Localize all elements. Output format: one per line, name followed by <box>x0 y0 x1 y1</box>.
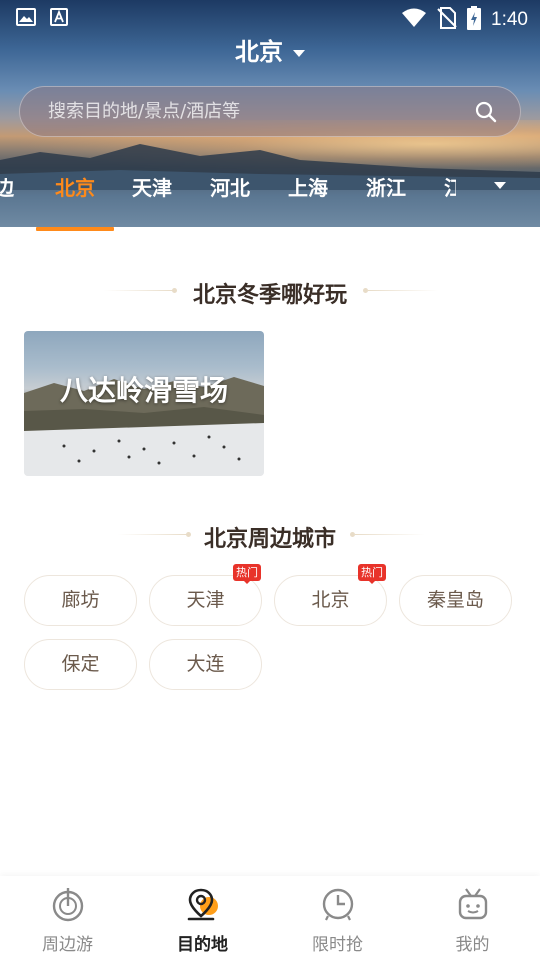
city-chip[interactable]: 大连 <box>149 639 262 690</box>
search-input[interactable] <box>48 87 468 136</box>
region-tabs: 边 北京 天津 河北 上海 浙江 江 <box>0 164 490 210</box>
font-notification-icon <box>50 8 68 30</box>
chevron-down-icon <box>293 49 305 57</box>
nearby-section-title: 北京周边城市 <box>203 527 336 552</box>
profile-icon <box>455 886 491 922</box>
nav-label: 目的地 <box>177 935 228 955</box>
compass-icon <box>50 886 86 922</box>
tab-region[interactable]: 边 <box>0 172 14 201</box>
attraction-card-title: 八达岭滑雪场 <box>59 374 228 407</box>
tab-region[interactable]: 浙江 <box>366 172 406 201</box>
battery-charging-icon <box>467 6 482 34</box>
city-name: 北京 <box>235 38 283 66</box>
expand-tabs-icon[interactable] <box>494 182 506 189</box>
title-divider-right <box>355 534 425 535</box>
hot-badge: 热门 <box>233 564 261 584</box>
nav-item-nearby[interactable]: 周边游 <box>0 876 135 960</box>
nav-item-flash-sale[interactable]: 限时抢 <box>270 876 405 960</box>
clock-icon <box>320 886 356 922</box>
city-chip[interactable]: 保定 <box>24 639 137 690</box>
wifi-icon <box>401 8 427 32</box>
active-tab-indicator <box>36 227 114 231</box>
status-time: 1:40 <box>491 9 528 30</box>
gallery-notification-icon <box>16 8 36 30</box>
city-chip[interactable]: 廊坊 <box>24 575 137 626</box>
tab-region[interactable]: 河北 <box>210 172 250 201</box>
nav-item-profile[interactable]: 我的 <box>405 876 540 960</box>
title-divider-right <box>368 290 438 291</box>
winter-section-title: 北京冬季哪好玩 <box>192 283 347 308</box>
search-icon[interactable] <box>474 100 498 124</box>
city-selector[interactable]: 北京 <box>0 32 540 67</box>
search-bar[interactable] <box>19 86 521 137</box>
location-pin-icon <box>185 886 221 922</box>
nav-label: 限时抢 <box>312 935 363 955</box>
no-sim-icon <box>437 7 457 33</box>
tab-region[interactable]: 上海 <box>288 172 328 201</box>
bottom-navigation: 周边游 目的地 限时抢 我的 <box>0 876 540 960</box>
city-chip[interactable]: 秦皇岛 <box>399 575 512 626</box>
nav-label: 周边游 <box>42 935 93 955</box>
nav-label: 我的 <box>455 935 490 955</box>
hot-badge: 热门 <box>358 564 386 584</box>
tab-region-active[interactable]: 北京 <box>55 172 95 201</box>
status-bar: 1:40 <box>0 0 540 36</box>
tab-region[interactable]: 天津 <box>132 172 172 201</box>
attraction-card[interactable]: 八达岭滑雪场 <box>24 331 264 476</box>
nav-item-destination[interactable]: 目的地 <box>135 876 270 960</box>
tab-region[interactable]: 江 <box>444 172 456 201</box>
